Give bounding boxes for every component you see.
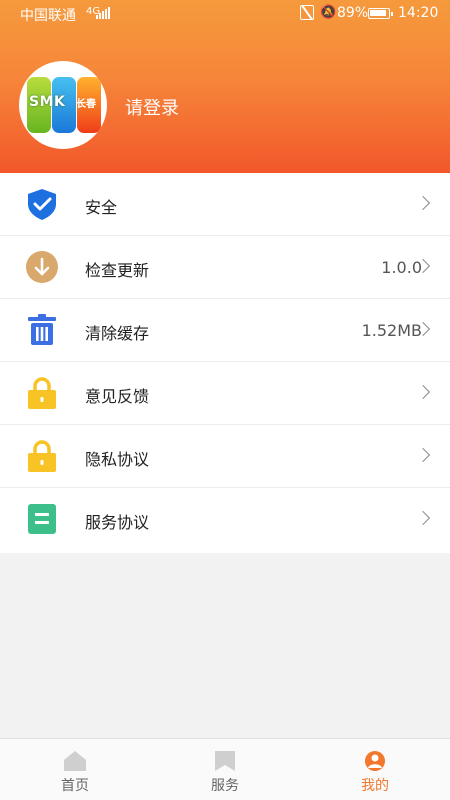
- nfc-off-icon: [300, 5, 314, 20]
- clock: 14:20: [398, 5, 439, 21]
- menu-item-check-update[interactable]: 检查更新 1.0.0: [0, 236, 450, 299]
- logo-text: SMK: [29, 94, 66, 110]
- trash-icon: [28, 314, 56, 345]
- chevron-right-icon: [415, 195, 431, 211]
- menu-item-label: 清除缓存: [85, 324, 150, 343]
- tab-label: 服务: [211, 778, 239, 794]
- version-value: 1.0.0: [381, 258, 422, 277]
- menu-item-service-agreement[interactable]: 服务协议: [0, 488, 450, 551]
- mute-bell-icon: 🔕: [320, 5, 337, 20]
- profile-header: 中国联通 4G 🔕 89% 14:20 SMK 长春 请登录: [0, 0, 450, 173]
- menu-item-privacy-policy[interactable]: 隐私协议: [0, 425, 450, 488]
- logo-subtext: 长春: [76, 99, 96, 110]
- status-bar: 中国联通 4G 🔕 89% 14:20: [0, 0, 450, 28]
- cache-size-value: 1.52MB: [361, 321, 422, 340]
- shield-check-icon: [28, 189, 56, 220]
- menu-item-label: 安全: [85, 198, 118, 217]
- avatar[interactable]: SMK 长春: [19, 61, 107, 149]
- carrier-name: 中国联通: [20, 8, 76, 24]
- chevron-right-icon: [415, 510, 431, 526]
- menu-item-label: 服务协议: [85, 513, 150, 532]
- battery-icon: [368, 8, 393, 19]
- battery-percent: 89%: [337, 5, 369, 21]
- menu-item-label: 隐私协议: [85, 450, 150, 469]
- menu-item-security[interactable]: 安全: [0, 173, 450, 236]
- home-icon: [64, 751, 86, 771]
- lock-icon: [28, 377, 56, 409]
- bottom-tab-bar: 首页 服务 我的: [0, 738, 450, 800]
- tab-home[interactable]: 首页: [0, 739, 150, 800]
- tab-label: 我的: [361, 778, 389, 794]
- menu-item-feedback[interactable]: 意见反馈: [0, 362, 450, 425]
- document-icon: [28, 504, 56, 534]
- download-arrow-icon: [26, 251, 58, 283]
- settings-menu: 安全 检查更新 1.0.0 清除缓存 1.52MB 意见反馈 隐私协议 服务协议: [0, 173, 450, 553]
- tab-services[interactable]: 服务: [150, 739, 300, 800]
- signal-icon: [96, 7, 110, 19]
- chevron-right-icon: [415, 384, 431, 400]
- menu-item-label: 检查更新: [85, 261, 150, 280]
- person-icon: [365, 751, 385, 771]
- lock-icon: [28, 440, 56, 472]
- chevron-right-icon: [415, 447, 431, 463]
- bookmark-icon: [215, 751, 235, 771]
- menu-item-clear-cache[interactable]: 清除缓存 1.52MB: [0, 299, 450, 362]
- tab-mine[interactable]: 我的: [300, 739, 450, 800]
- tab-label: 首页: [61, 778, 89, 794]
- menu-item-label: 意见反馈: [85, 387, 150, 406]
- login-link[interactable]: 请登录: [125, 94, 179, 120]
